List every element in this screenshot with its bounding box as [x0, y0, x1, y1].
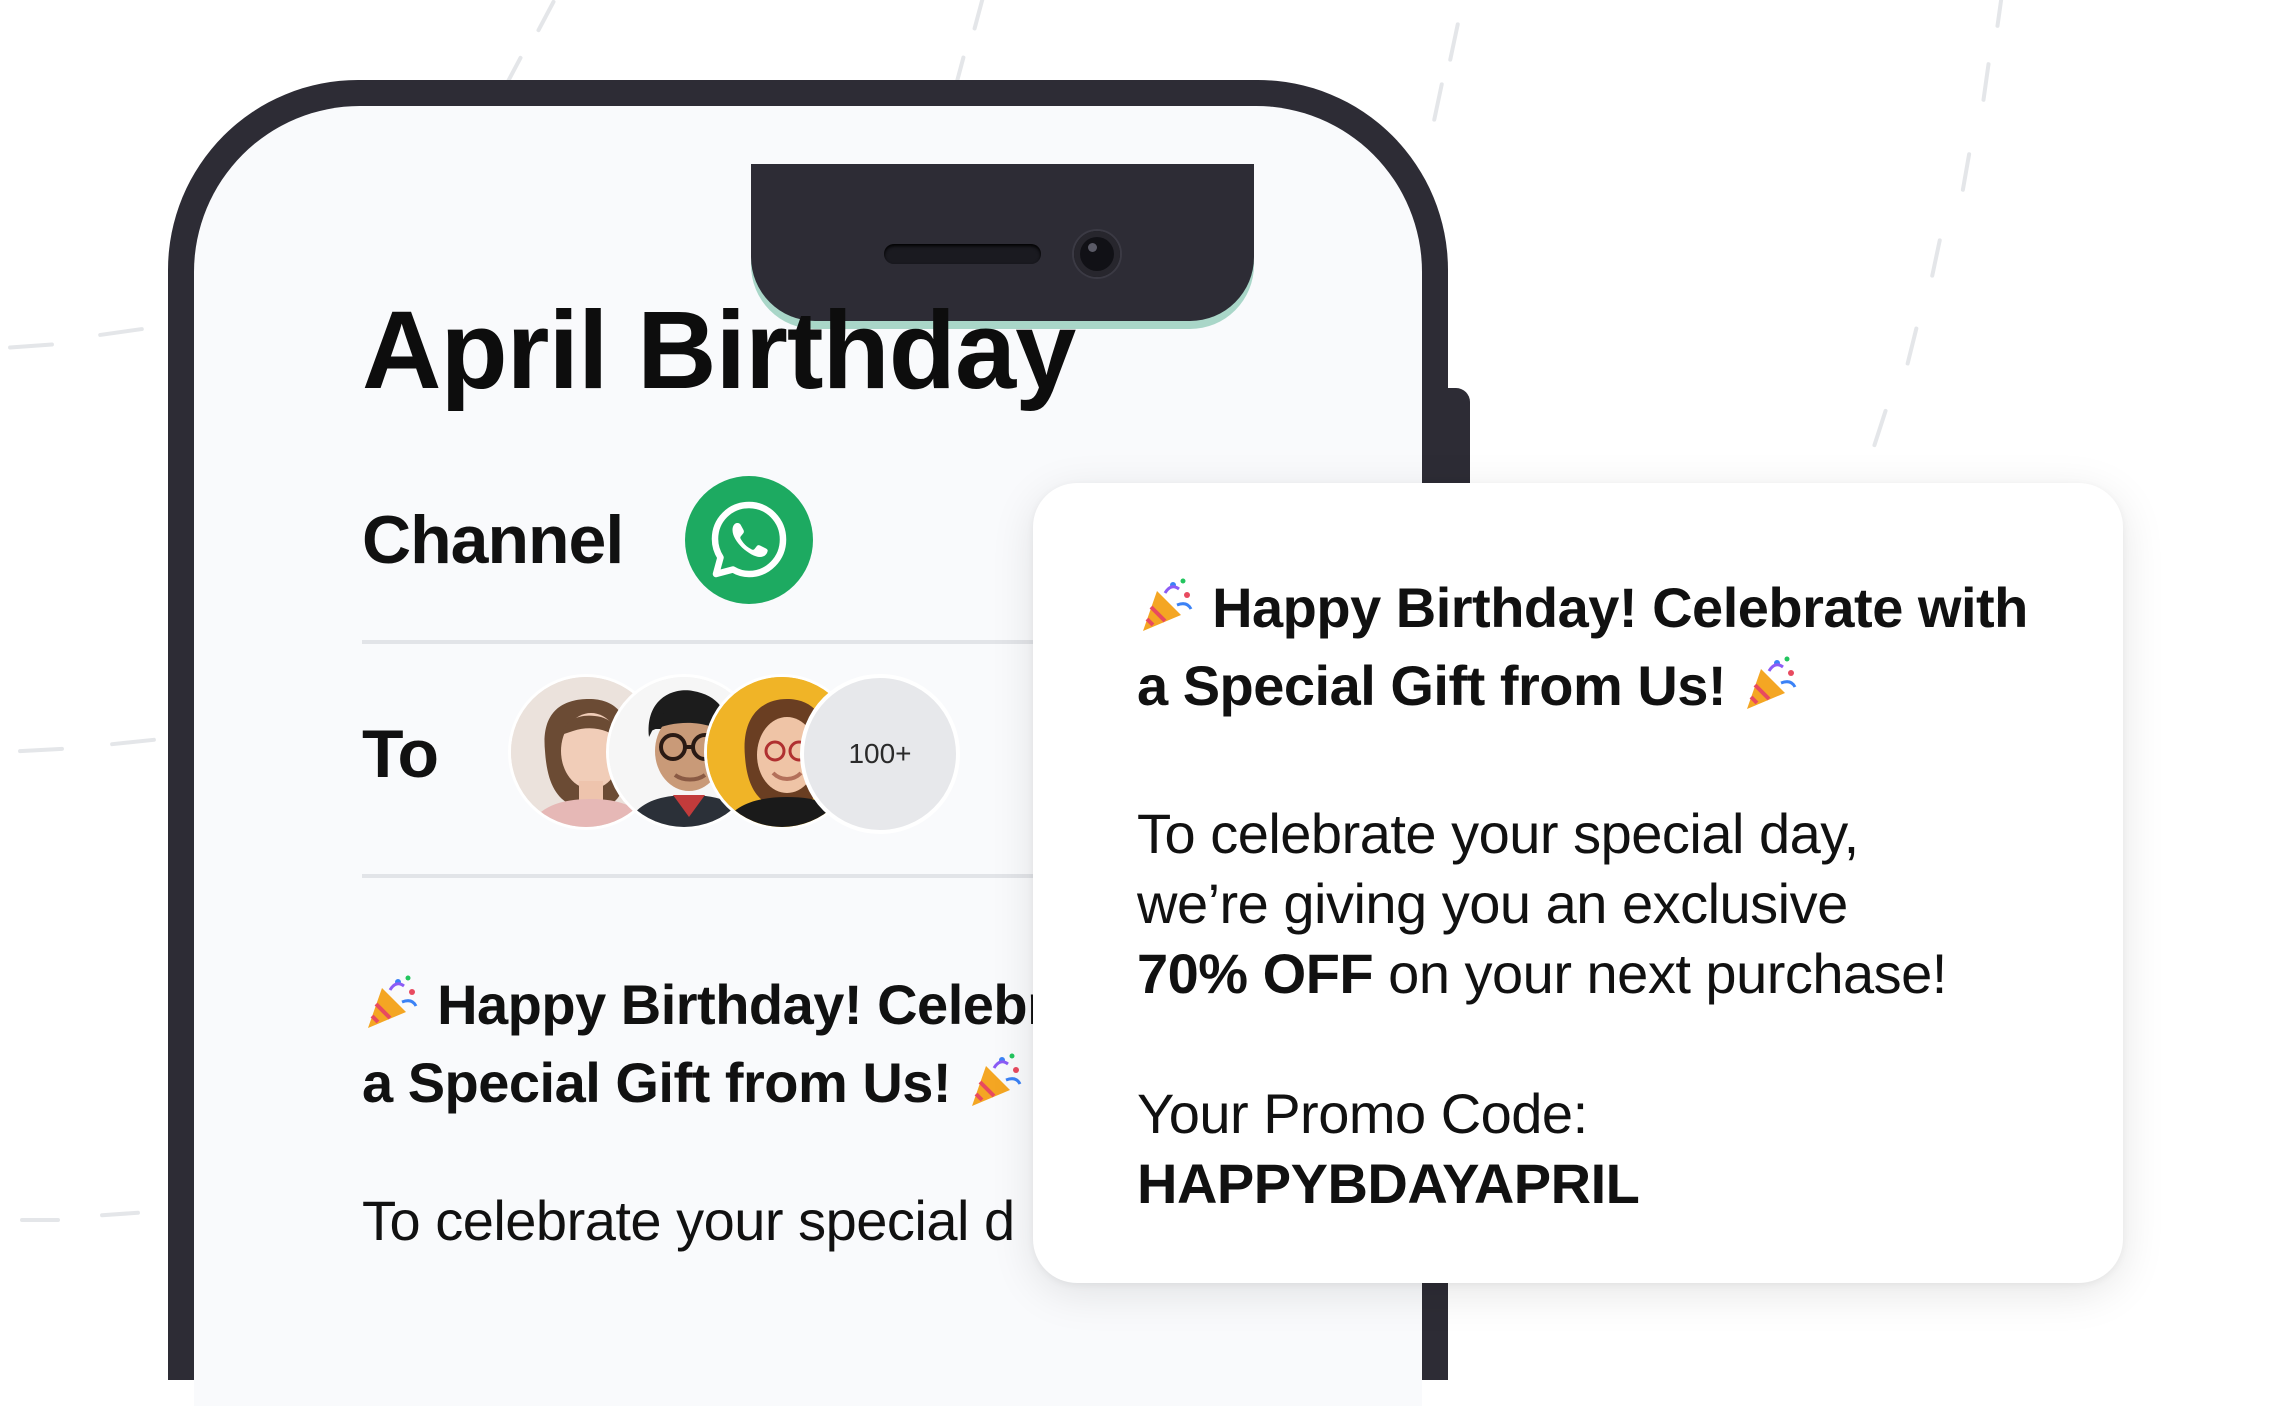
more-recipients-badge[interactable]: 100+ [800, 674, 960, 834]
recipients-label: To [362, 716, 439, 792]
message-preview-heading-line1: Happy Birthday! Celebr [437, 973, 1049, 1036]
recipient-avatars[interactable]: 100+ [508, 674, 968, 834]
message-heading-text: Happy Birthday! Celebrate with [1212, 576, 2028, 639]
speaker-grille [884, 244, 1041, 264]
message-body-line: To celebrate your special day, [1137, 802, 1859, 865]
message-heading-line2: a Special Gift from Us! [1137, 651, 2087, 729]
whatsapp-glyph [712, 501, 787, 578]
party-popper-icon [1741, 653, 1801, 729]
front-camera [1074, 231, 1120, 277]
whatsapp-icon[interactable] [685, 476, 814, 604]
promo-code-label: Your Promo Code: [1137, 1082, 1588, 1145]
discount-text: 70% OFF [1137, 942, 1374, 1005]
page-title: April Birthday [362, 289, 1076, 412]
promo-code[interactable]: HAPPYBDAYAPRIL [1137, 1149, 2087, 1219]
message-heading-line1: Happy Birthday! Celebrate with [1137, 573, 2087, 651]
message-preview-heading-text: a Special Gift from Us! [362, 1051, 952, 1114]
party-popper-icon [362, 972, 422, 1048]
party-popper-icon [966, 1050, 1026, 1126]
message-body-line: 70% OFF on your next purchase! [1137, 939, 2087, 1009]
message-heading-text: a Special Gift from Us! [1137, 654, 1727, 717]
party-popper-icon [1137, 575, 1197, 651]
channel-label: Channel [362, 502, 624, 578]
message-card: Happy Birthday! Celebrate with a Special… [1033, 483, 2123, 1283]
message-body-text: on your next purchase! [1373, 942, 1947, 1005]
message-card-content: Happy Birthday! Celebrate with a Special… [1137, 573, 2087, 1219]
message-body-line: we’re giving you an exclusive [1137, 872, 1848, 935]
